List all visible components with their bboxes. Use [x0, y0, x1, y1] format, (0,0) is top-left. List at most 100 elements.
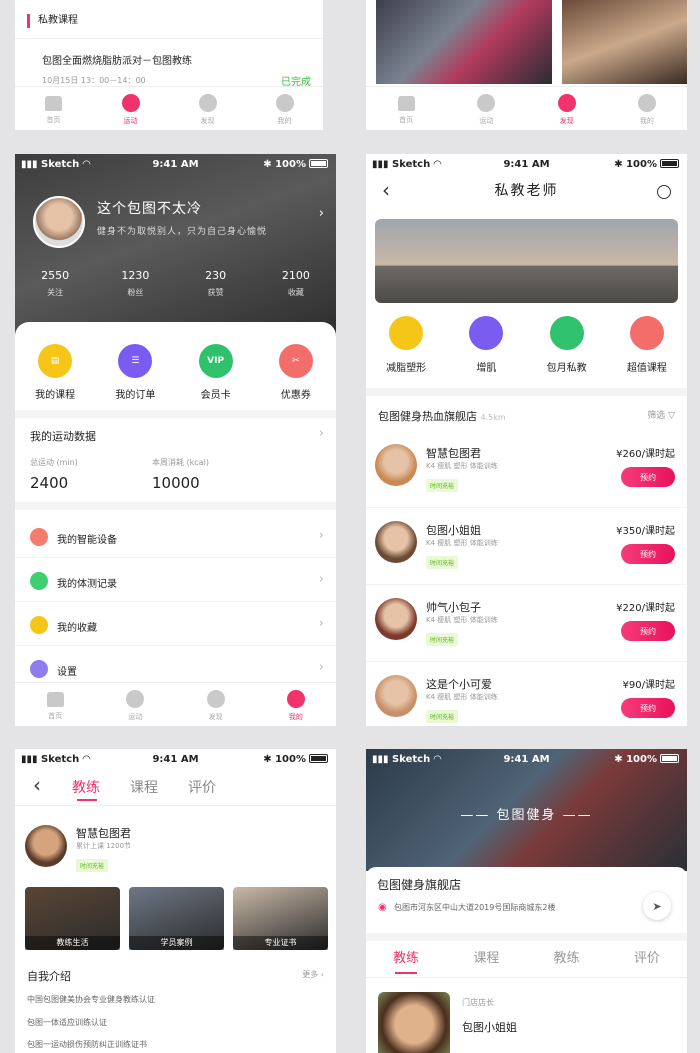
- tab-home[interactable]: 首页: [15, 683, 95, 726]
- quick-item[interactable]: ✂ 优惠券: [256, 322, 336, 408]
- filter-button[interactable]: 筛选 ▽: [647, 408, 675, 421]
- coach-tags: K4 瘦肌 塑形 体能训练: [426, 462, 498, 470]
- avatar: [375, 444, 417, 486]
- avatar: [378, 992, 450, 1053]
- book-button[interactable]: 预约: [621, 544, 675, 564]
- stat-label: 收藏: [287, 288, 304, 297]
- price: ¥220/课时起: [616, 603, 675, 614]
- tab-label: 首页: [399, 116, 414, 124]
- photo-card-right[interactable]: [562, 0, 687, 84]
- book-button[interactable]: 预约: [621, 698, 675, 718]
- availability-badge: 时间充裕: [76, 859, 109, 872]
- back-icon[interactable]: ‹: [33, 773, 41, 797]
- more-link[interactable]: 更多 ›: [302, 969, 324, 980]
- tab-sport[interactable]: 运动: [446, 87, 526, 130]
- compass-icon: [198, 94, 217, 112]
- quick-item[interactable]: ☰ 我的订单: [95, 322, 175, 408]
- stat-value: 2100: [281, 269, 310, 282]
- compass-icon: [557, 94, 576, 112]
- ball-icon: [126, 690, 145, 708]
- menu-item[interactable]: 我的收藏 ›: [15, 602, 336, 646]
- tab-mine[interactable]: 我的: [607, 87, 687, 130]
- section-title: 私教课程: [27, 14, 78, 28]
- store-tab[interactable]: 课程: [446, 947, 526, 974]
- list-item[interactable]: 这是个小可爱 K4 瘦肌 塑形 体能训练 时间充裕 ¥90/课时起 预约: [366, 662, 687, 726]
- list-item[interactable]: 帅气小包子 K4 瘦肌 塑形 体能训练 时间充裕 ¥220/课时起 预约: [366, 585, 687, 662]
- coach-list: 智慧包图君 K4 瘦肌 塑形 体能训练 时间充裕 ¥260/课时起 预约 包图小姐姐 K4 …: [366, 431, 687, 726]
- category-item[interactable]: 包月私教: [527, 316, 607, 374]
- chevron-right-icon[interactable]: ›: [319, 206, 324, 221]
- screen-profile: ▮▮▮ Sketch ◠ 9:41 AM ✱ 100% 这个包图不太冷 健身不为取悦…: [15, 154, 336, 726]
- chevron-right-icon: ›: [318, 426, 324, 441]
- menu-icon: [30, 616, 48, 634]
- photo-card[interactable]: 专业证书: [233, 887, 328, 950]
- tab-coach[interactable]: 教练: [72, 777, 100, 797]
- category-item[interactable]: 减脂塑形: [366, 316, 446, 374]
- tab-discover[interactable]: 发现: [176, 683, 256, 726]
- navigate-button[interactable]: ➤: [643, 892, 671, 920]
- list-item[interactable]: 智慧包图君 K4 瘦肌 塑形 体能训练 时间充裕 ¥260/课时起 预约: [366, 431, 687, 508]
- coach-name: 这是个小可爱: [426, 678, 492, 691]
- store-tab[interactable]: 教练: [527, 947, 607, 974]
- screen-courses: 私教课程 包图全面燃烧脂肪派对－包图教练 10月15日 13：00－14：00 …: [15, 0, 323, 130]
- page-title: 私教老师: [494, 183, 559, 199]
- quick-label: 我的课程: [35, 390, 76, 401]
- tab-mine[interactable]: 我的: [256, 683, 336, 726]
- photo-caption: 专业证书: [233, 936, 328, 950]
- category-label: 超值课程: [626, 363, 667, 374]
- location-icon: ◉: [378, 902, 387, 913]
- tab-indicator: [395, 972, 418, 974]
- quick-item[interactable]: ▤ 我的课程: [15, 322, 95, 408]
- search-icon[interactable]: [657, 185, 671, 199]
- intro-line: 包图一运动损伤预防纠正训练证书: [27, 1040, 147, 1049]
- category-item[interactable]: 超值课程: [607, 316, 687, 374]
- menu-label: 我的智能设备: [57, 535, 117, 546]
- screen-store: ▮▮▮ Sketch ◠ 9:41 AM ✱ 100% —— 包图健身 —— 包图健…: [366, 749, 687, 1053]
- dist-value: 2400: [30, 474, 69, 492]
- tab-label: 运动: [128, 713, 143, 721]
- tab-label: 运动: [123, 117, 138, 125]
- stat-item[interactable]: 1230 粉丝: [95, 269, 175, 298]
- tab-sport[interactable]: 运动: [95, 683, 175, 726]
- data-title[interactable]: 我的运动数据: [30, 428, 96, 444]
- book-button[interactable]: 预约: [621, 467, 675, 487]
- menu-item[interactable]: 我的体测记录 ›: [15, 558, 336, 602]
- book-button[interactable]: 预约: [621, 621, 675, 641]
- photo-row: 教练生活 学员案例 专业证书: [25, 887, 328, 950]
- list-item[interactable]: 包图小姐姐 K4 瘦肌 塑形 体能训练 时间充裕 ¥350/课时起 预约: [366, 508, 687, 585]
- avatar: [25, 825, 67, 867]
- coach-tags: K4 瘦肌 塑形 体能训练: [426, 693, 498, 701]
- profile-motto: 健身不为取悦别人，只为自己身心愉悦: [97, 227, 268, 237]
- profile-header-bg: [15, 154, 336, 344]
- store-tab[interactable]: 评价: [607, 947, 687, 974]
- tab-review[interactable]: 评价: [188, 777, 216, 797]
- category-item[interactable]: 增肌: [446, 316, 526, 374]
- stat-item[interactable]: 2550 关注: [15, 269, 95, 298]
- tab-discover[interactable]: 发现: [169, 87, 246, 130]
- quick-item[interactable]: VIP 会员卡: [176, 322, 256, 408]
- tab-discover[interactable]: 发现: [527, 87, 607, 130]
- photo-card-left[interactable]: [376, 0, 552, 84]
- tab-home[interactable]: 首页: [366, 87, 446, 130]
- tab-sport[interactable]: 运动: [92, 87, 169, 130]
- photo-card[interactable]: 教练生活: [25, 887, 120, 950]
- menu-item[interactable]: 我的智能设备 ›: [15, 514, 336, 558]
- store-title[interactable]: 包图健身热血旗舰店 4.5km: [378, 408, 506, 424]
- dist-label: 总运动 (min): [30, 458, 78, 467]
- course-title[interactable]: 包图全面燃烧脂肪派对－包图教练: [42, 52, 192, 67]
- photo-caption: 教练生活: [25, 936, 120, 950]
- screen-coaches: ▮▮▮ Sketch ◠ 9:41 AM ✱ 100% ‹ 私教老师 减脂塑形 增肌包…: [366, 154, 687, 726]
- banner-image[interactable]: [375, 219, 678, 303]
- screen-discover: 首页 运动 发现 我的: [366, 0, 687, 130]
- stat-item[interactable]: 230 获赞: [176, 269, 256, 298]
- menu-icon: [30, 660, 48, 678]
- tab-mine[interactable]: 我的: [246, 87, 323, 130]
- tab-label: 我的: [277, 117, 292, 125]
- tab-course[interactable]: 课程: [130, 777, 158, 797]
- quick-icon: ▤: [38, 344, 73, 378]
- photo-card[interactable]: 学员案例: [129, 887, 224, 950]
- avatar[interactable]: [33, 196, 85, 248]
- store-tab[interactable]: 教练: [366, 947, 446, 974]
- tab-home[interactable]: 首页: [15, 87, 92, 130]
- stat-item[interactable]: 2100 收藏: [256, 269, 336, 298]
